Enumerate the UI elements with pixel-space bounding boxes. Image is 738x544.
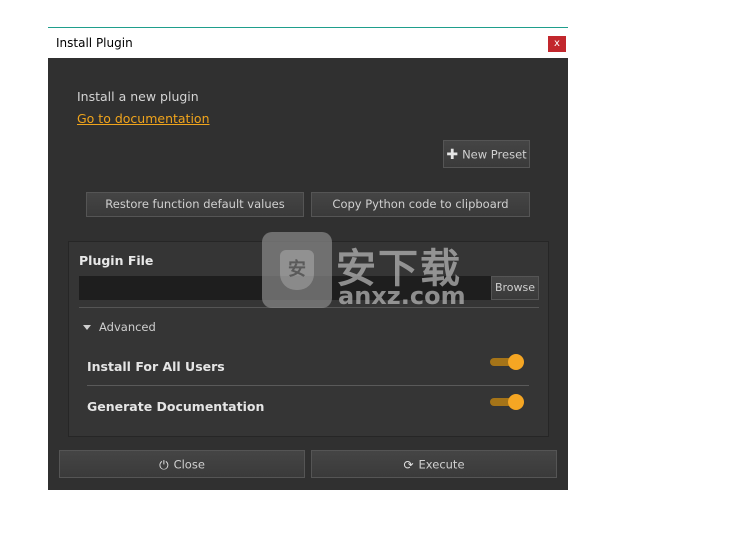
browse-button[interactable]: Browse — [491, 276, 539, 300]
generate-documentation-label: Generate Documentation — [87, 399, 265, 414]
install-for-all-users-label: Install For All Users — [87, 359, 225, 374]
plugin-settings-panel: Plugin File Browse Advanced Install For … — [68, 241, 549, 437]
new-preset-label: New Preset — [462, 147, 527, 162]
restore-defaults-button[interactable]: Restore function default values — [86, 192, 304, 217]
advanced-label: Advanced — [99, 320, 156, 334]
install-for-all-users-toggle[interactable] — [490, 354, 524, 370]
install-plugin-dialog: Install Plugin x Install a new plugin Go… — [48, 27, 568, 490]
intro-text: Install a new plugin — [77, 89, 199, 104]
divider — [79, 307, 539, 308]
divider — [87, 385, 529, 386]
plugin-file-label: Plugin File — [79, 253, 154, 268]
new-preset-button[interactable]: ✚ New Preset — [443, 140, 530, 168]
toggle-knob — [508, 354, 524, 370]
execute-label: Execute — [418, 457, 465, 472]
close-label: Close — [173, 457, 205, 472]
copy-python-code-button[interactable]: Copy Python code to clipboard — [311, 192, 530, 217]
title-bar: Install Plugin x — [48, 28, 568, 58]
chevron-down-icon — [83, 325, 91, 330]
dialog-content: Install a new plugin Go to documentation… — [48, 58, 568, 490]
plugin-file-input[interactable] — [79, 276, 491, 300]
execute-button[interactable]: ⟳ Execute — [311, 450, 557, 478]
advanced-section-toggle[interactable]: Advanced — [83, 320, 156, 334]
close-button[interactable]: ⏻ Close — [59, 450, 305, 478]
toggle-knob — [508, 394, 524, 410]
plus-icon: ✚ — [446, 146, 459, 163]
documentation-link[interactable]: Go to documentation — [77, 111, 210, 126]
power-icon: ⏻ — [159, 457, 169, 472]
window-title: Install Plugin — [56, 36, 133, 50]
refresh-icon: ⟳ — [403, 457, 414, 472]
close-window-button[interactable]: x — [548, 36, 566, 52]
generate-documentation-toggle[interactable] — [490, 394, 524, 410]
